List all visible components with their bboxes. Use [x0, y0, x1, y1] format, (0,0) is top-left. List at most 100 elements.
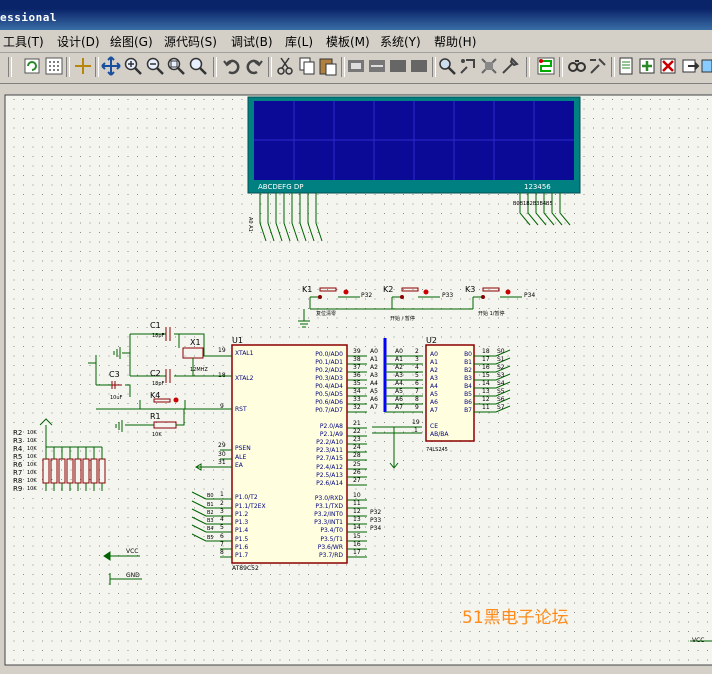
lcd-display[interactable]: ABCDEFG DP 123456 [247, 96, 581, 194]
menu-design[interactable]: 设计(D) [57, 33, 100, 50]
svg-text:16: 16 [482, 364, 490, 371]
svg-text:RST: RST [235, 406, 247, 413]
svg-text:11: 11 [353, 500, 361, 507]
block-rotate-icon[interactable] [388, 56, 408, 76]
export-icon[interactable] [680, 56, 700, 76]
svg-text:A2: A2 [430, 367, 438, 374]
svg-text:9: 9 [415, 404, 419, 411]
svg-text:A4: A4 [370, 380, 378, 387]
grid-icon[interactable] [44, 56, 64, 76]
svg-text:15: 15 [482, 372, 490, 379]
watermark-logo: 51黑电子论坛 [462, 608, 569, 628]
svg-text:39: 39 [353, 348, 361, 355]
svg-text:A6: A6 [370, 396, 378, 403]
svg-text:32: 32 [353, 404, 361, 411]
svg-text:17: 17 [353, 549, 361, 556]
decompose-icon[interactable] [500, 56, 520, 76]
svg-text:A1: A1 [370, 356, 378, 363]
svg-text:27: 27 [353, 477, 361, 484]
svg-text:33: 33 [353, 396, 361, 403]
svg-text:4: 4 [415, 364, 419, 371]
svg-text:B4: B4 [464, 383, 472, 390]
wire-autorouter-icon[interactable] [536, 56, 556, 76]
menu-graph[interactable]: 绘图(G) [110, 33, 153, 50]
make-device-icon[interactable] [458, 56, 478, 76]
redo-icon[interactable] [244, 56, 264, 76]
block-copy-icon[interactable] [346, 56, 366, 76]
goto-sheet-icon[interactable] [658, 56, 678, 76]
menu-debug[interactable]: 调试(B) [231, 33, 273, 50]
svg-text:8: 8 [415, 396, 419, 403]
svg-text:13: 13 [482, 388, 490, 395]
search-tag-icon[interactable] [567, 56, 587, 76]
svg-text:S1: S1 [497, 356, 505, 363]
svg-text:P1.3: P1.3 [235, 519, 248, 526]
svg-text:P2.5/A13: P2.5/A13 [316, 472, 343, 479]
menu-tools[interactable]: 工具(T) [3, 33, 44, 50]
svg-text:P0.1/AD1: P0.1/AD1 [315, 359, 343, 366]
svg-text:P1.4: P1.4 [235, 527, 248, 534]
origin-icon[interactable] [73, 56, 93, 76]
svg-text:S6: S6 [497, 396, 505, 403]
property-assign-icon[interactable] [588, 56, 608, 76]
svg-text:K3: K3 [465, 285, 475, 294]
svg-text:ALE: ALE [235, 454, 246, 461]
svg-text:10K: 10K [27, 454, 37, 460]
package-icon[interactable] [479, 56, 499, 76]
svg-text:C2: C2 [150, 369, 161, 378]
svg-text:A5: A5 [395, 388, 403, 395]
svg-text:28: 28 [353, 452, 361, 459]
svg-text:4: 4 [220, 516, 224, 523]
u2-right-pins: B0 B1 B2 B3 B4 B5 B6 B7 [464, 351, 472, 414]
title-bar: essional [0, 0, 712, 30]
menu-bar: 工具(T) 设计(D) 绘图(G) 源代码(S) 调试(B) 库(L) 模板(M… [0, 30, 712, 53]
schematic-canvas[interactable]: ABCDEFG DP 123456 A0 A1 B0B1B2B3B4B5 K1 … [0, 84, 712, 674]
svg-text:S5: S5 [497, 388, 505, 395]
svg-text:10K: 10K [152, 432, 162, 438]
menu-library[interactable]: 库(L) [285, 33, 313, 50]
svg-text:P34: P34 [370, 525, 381, 532]
svg-text:K2: K2 [383, 285, 393, 294]
svg-text:B2: B2 [464, 367, 472, 374]
menu-system[interactable]: 系统(Y) [380, 33, 421, 50]
svg-text:B2: B2 [207, 510, 214, 516]
window-title: essional [0, 11, 57, 24]
undo-icon[interactable] [222, 56, 242, 76]
svg-text:1: 1 [414, 427, 418, 434]
paste-icon[interactable] [318, 56, 338, 76]
zoom-all-icon[interactable] [166, 56, 186, 76]
svg-text:A6: A6 [395, 396, 403, 403]
zoom-in-icon[interactable] [123, 56, 143, 76]
svg-text:U2: U2 [426, 336, 437, 345]
svg-text:P1.2: P1.2 [235, 511, 248, 518]
menu-source[interactable]: 源代码(S) [164, 33, 217, 50]
menu-template[interactable]: 模板(M) [326, 33, 370, 50]
block-delete-icon[interactable] [409, 56, 429, 76]
new-sheet-icon[interactable] [616, 56, 636, 76]
menu-help[interactable]: 帮助(H) [434, 33, 476, 50]
svg-text:A1: A1 [395, 356, 403, 363]
svg-text:B4: B4 [207, 526, 214, 532]
svg-text:18pF: 18pF [152, 381, 165, 387]
svg-text:P33: P33 [442, 292, 453, 299]
block-move-icon[interactable] [367, 56, 387, 76]
pick-device-icon[interactable] [437, 56, 457, 76]
more-icon[interactable] [700, 56, 712, 76]
svg-text:R1: R1 [150, 412, 161, 421]
zoom-out-icon[interactable] [145, 56, 165, 76]
svg-text:B1: B1 [207, 502, 214, 508]
svg-text:A2: A2 [395, 364, 403, 371]
refresh-icon[interactable] [22, 56, 42, 76]
pan-icon[interactable] [101, 56, 121, 76]
svg-text:C3: C3 [109, 370, 120, 379]
cut-icon[interactable] [275, 56, 295, 76]
svg-text:30: 30 [218, 451, 226, 458]
remove-sheet-icon[interactable] [637, 56, 657, 76]
svg-text:P0.7/AD7: P0.7/AD7 [315, 407, 343, 414]
svg-text:P2.4/A12: P2.4/A12 [316, 464, 343, 471]
svg-text:10uF: 10uF [110, 395, 123, 401]
svg-text:B5: B5 [207, 535, 214, 541]
copy-icon[interactable] [297, 56, 317, 76]
zoom-area-icon[interactable] [188, 56, 208, 76]
svg-text:P33: P33 [370, 517, 381, 524]
